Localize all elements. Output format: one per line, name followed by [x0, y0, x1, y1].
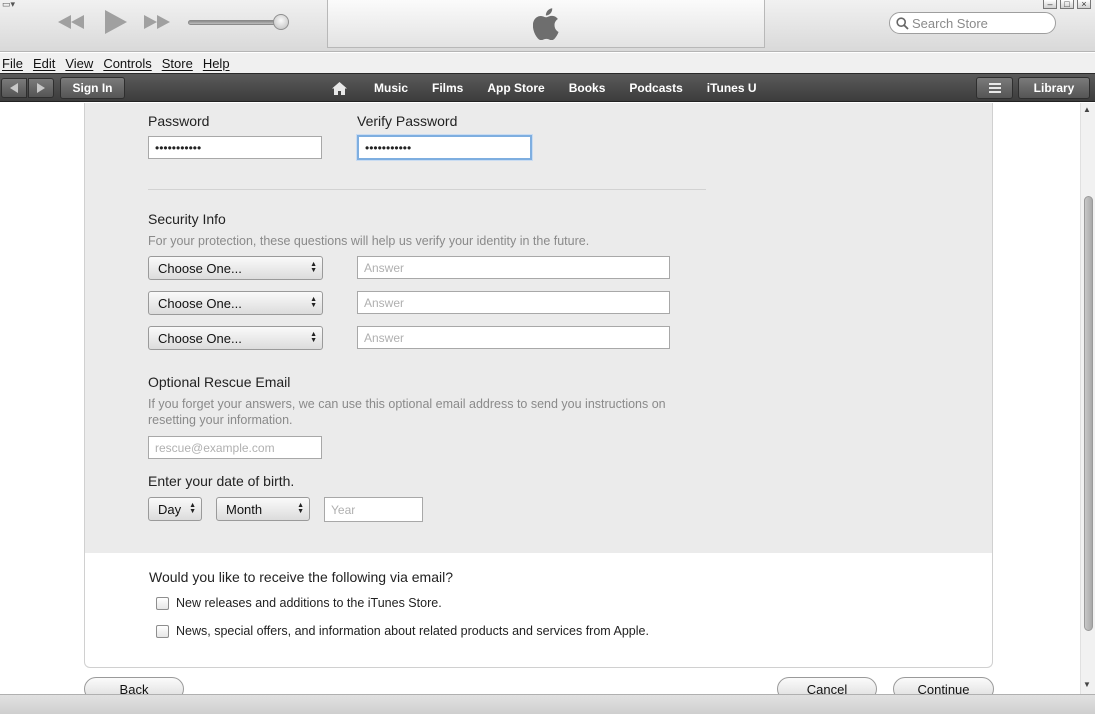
fast-forward-button[interactable]: [143, 12, 171, 32]
play-button[interactable]: [102, 8, 130, 36]
apple-logo-icon: [533, 7, 559, 40]
birth-year-field[interactable]: [324, 497, 423, 522]
select-value: Month: [226, 501, 263, 517]
close-button[interactable]: ×: [1077, 0, 1091, 9]
minimize-button[interactable]: –: [1043, 0, 1057, 9]
checkbox[interactable]: [156, 624, 169, 638]
select-value: Choose One...: [158, 295, 242, 311]
sign-in-button[interactable]: Sign In: [60, 77, 125, 99]
arrow-right-icon: [37, 83, 45, 93]
search-icon: [896, 16, 909, 30]
rescue-email-title: Optional Rescue Email: [148, 374, 291, 390]
menu-help[interactable]: Help: [203, 56, 230, 71]
menu-file[interactable]: File: [2, 56, 23, 71]
app-menu-icon[interactable]: ▭▾: [2, 0, 24, 9]
volume-slider[interactable]: [188, 20, 286, 25]
menu-edit[interactable]: Edit: [33, 56, 55, 71]
checkbox[interactable]: [156, 596, 169, 610]
security-question-2-select[interactable]: Choose One... ▲ ▼: [148, 291, 323, 315]
library-button[interactable]: Library: [1018, 77, 1090, 99]
section-divider: [148, 189, 706, 190]
menu-view[interactable]: View: [65, 56, 93, 71]
email-prefs-title: Would you like to receive the following …: [149, 569, 454, 585]
vertical-scrollbar[interactable]: ▲ ▼: [1080, 103, 1095, 694]
nav-podcasts[interactable]: Podcasts: [629, 81, 682, 95]
select-arrows-icon: ▲ ▼: [189, 502, 196, 515]
status-bar: [0, 694, 1095, 714]
security-info-description: For your protection, these questions wil…: [148, 234, 590, 248]
cancel-button[interactable]: Cancel: [777, 677, 877, 694]
checkbox-label: New releases and additions to the iTunes…: [176, 596, 442, 610]
fast-forward-icon: [144, 15, 170, 29]
nav-films[interactable]: Films: [432, 81, 463, 95]
nav-books[interactable]: Books: [569, 81, 606, 95]
rescue-email-description: If you forget your answers, we can use t…: [148, 397, 666, 427]
nav-app-store[interactable]: App Store: [487, 81, 544, 95]
select-arrows-icon: ▲ ▼: [310, 261, 317, 274]
select-value: Choose One...: [158, 330, 242, 346]
maximize-button[interactable]: □: [1060, 0, 1074, 9]
home-icon[interactable]: [332, 81, 348, 95]
list-menu-button[interactable]: [976, 77, 1013, 99]
menu-store[interactable]: Store: [162, 56, 193, 71]
security-question-3-select[interactable]: Choose One... ▲ ▼: [148, 326, 323, 350]
newsletter-option-1[interactable]: New releases and additions to the iTunes…: [156, 596, 442, 610]
arrow-left-icon: [10, 83, 18, 93]
nav-itunes-u[interactable]: iTunes U: [707, 81, 757, 95]
scroll-down-icon[interactable]: ▼: [1083, 680, 1091, 689]
rewind-button[interactable]: [57, 12, 85, 32]
scroll-up-icon[interactable]: ▲: [1083, 105, 1091, 114]
menu-controls[interactable]: Controls: [103, 56, 151, 71]
password-label: Password: [148, 113, 210, 129]
status-display: [327, 0, 765, 48]
account-form-page: Password Verify Password Security Info F…: [0, 103, 1080, 694]
security-question-1-select[interactable]: Choose One... ▲ ▼: [148, 256, 323, 280]
select-arrows-icon: ▲ ▼: [297, 502, 304, 515]
back-button[interactable]: Back: [84, 677, 184, 694]
password-field[interactable]: [148, 136, 322, 159]
player-toolbar: ▭▾ – □ ×: [0, 0, 1095, 52]
menu-bar: File Edit View Controls Store Help: [0, 53, 1095, 73]
security-info-title: Security Info: [148, 211, 226, 227]
forward-nav-button[interactable]: [28, 78, 54, 98]
volume-knob[interactable]: [273, 14, 289, 30]
select-arrows-icon: ▲ ▼: [310, 331, 317, 344]
birth-day-select[interactable]: Day ▲ ▼: [148, 497, 202, 521]
continue-button[interactable]: Continue: [893, 677, 994, 694]
verify-password-field[interactable]: [357, 135, 532, 160]
select-value: Choose One...: [158, 260, 242, 276]
menu-lines-icon: [988, 83, 1001, 85]
date-of-birth-title: Enter your date of birth.: [148, 473, 295, 489]
birth-month-select[interactable]: Month ▲ ▼: [216, 497, 310, 521]
newsletter-option-2[interactable]: News, special offers, and information ab…: [156, 624, 649, 638]
security-answer-2-field[interactable]: [357, 291, 670, 314]
checkbox-label: News, special offers, and information ab…: [176, 624, 649, 638]
store-nav-links: Music Films App Store Books Podcasts iTu…: [332, 74, 781, 102]
security-answer-1-field[interactable]: [357, 256, 670, 279]
search-input[interactable]: [912, 15, 1052, 31]
scrollbar-thumb[interactable]: [1084, 196, 1093, 631]
back-nav-button[interactable]: [1, 78, 27, 98]
verify-password-label: Verify Password: [357, 113, 458, 129]
rescue-email-field[interactable]: [148, 436, 322, 459]
search-store-field[interactable]: [889, 12, 1056, 34]
select-arrows-icon: ▲ ▼: [310, 296, 317, 309]
security-answer-3-field[interactable]: [357, 326, 670, 349]
play-icon: [105, 10, 127, 34]
nav-music[interactable]: Music: [374, 81, 408, 95]
select-value: Day: [158, 501, 182, 517]
store-nav-bar: Sign In Music Films App Store Books Podc…: [0, 73, 1095, 102]
rewind-icon: [58, 15, 84, 29]
